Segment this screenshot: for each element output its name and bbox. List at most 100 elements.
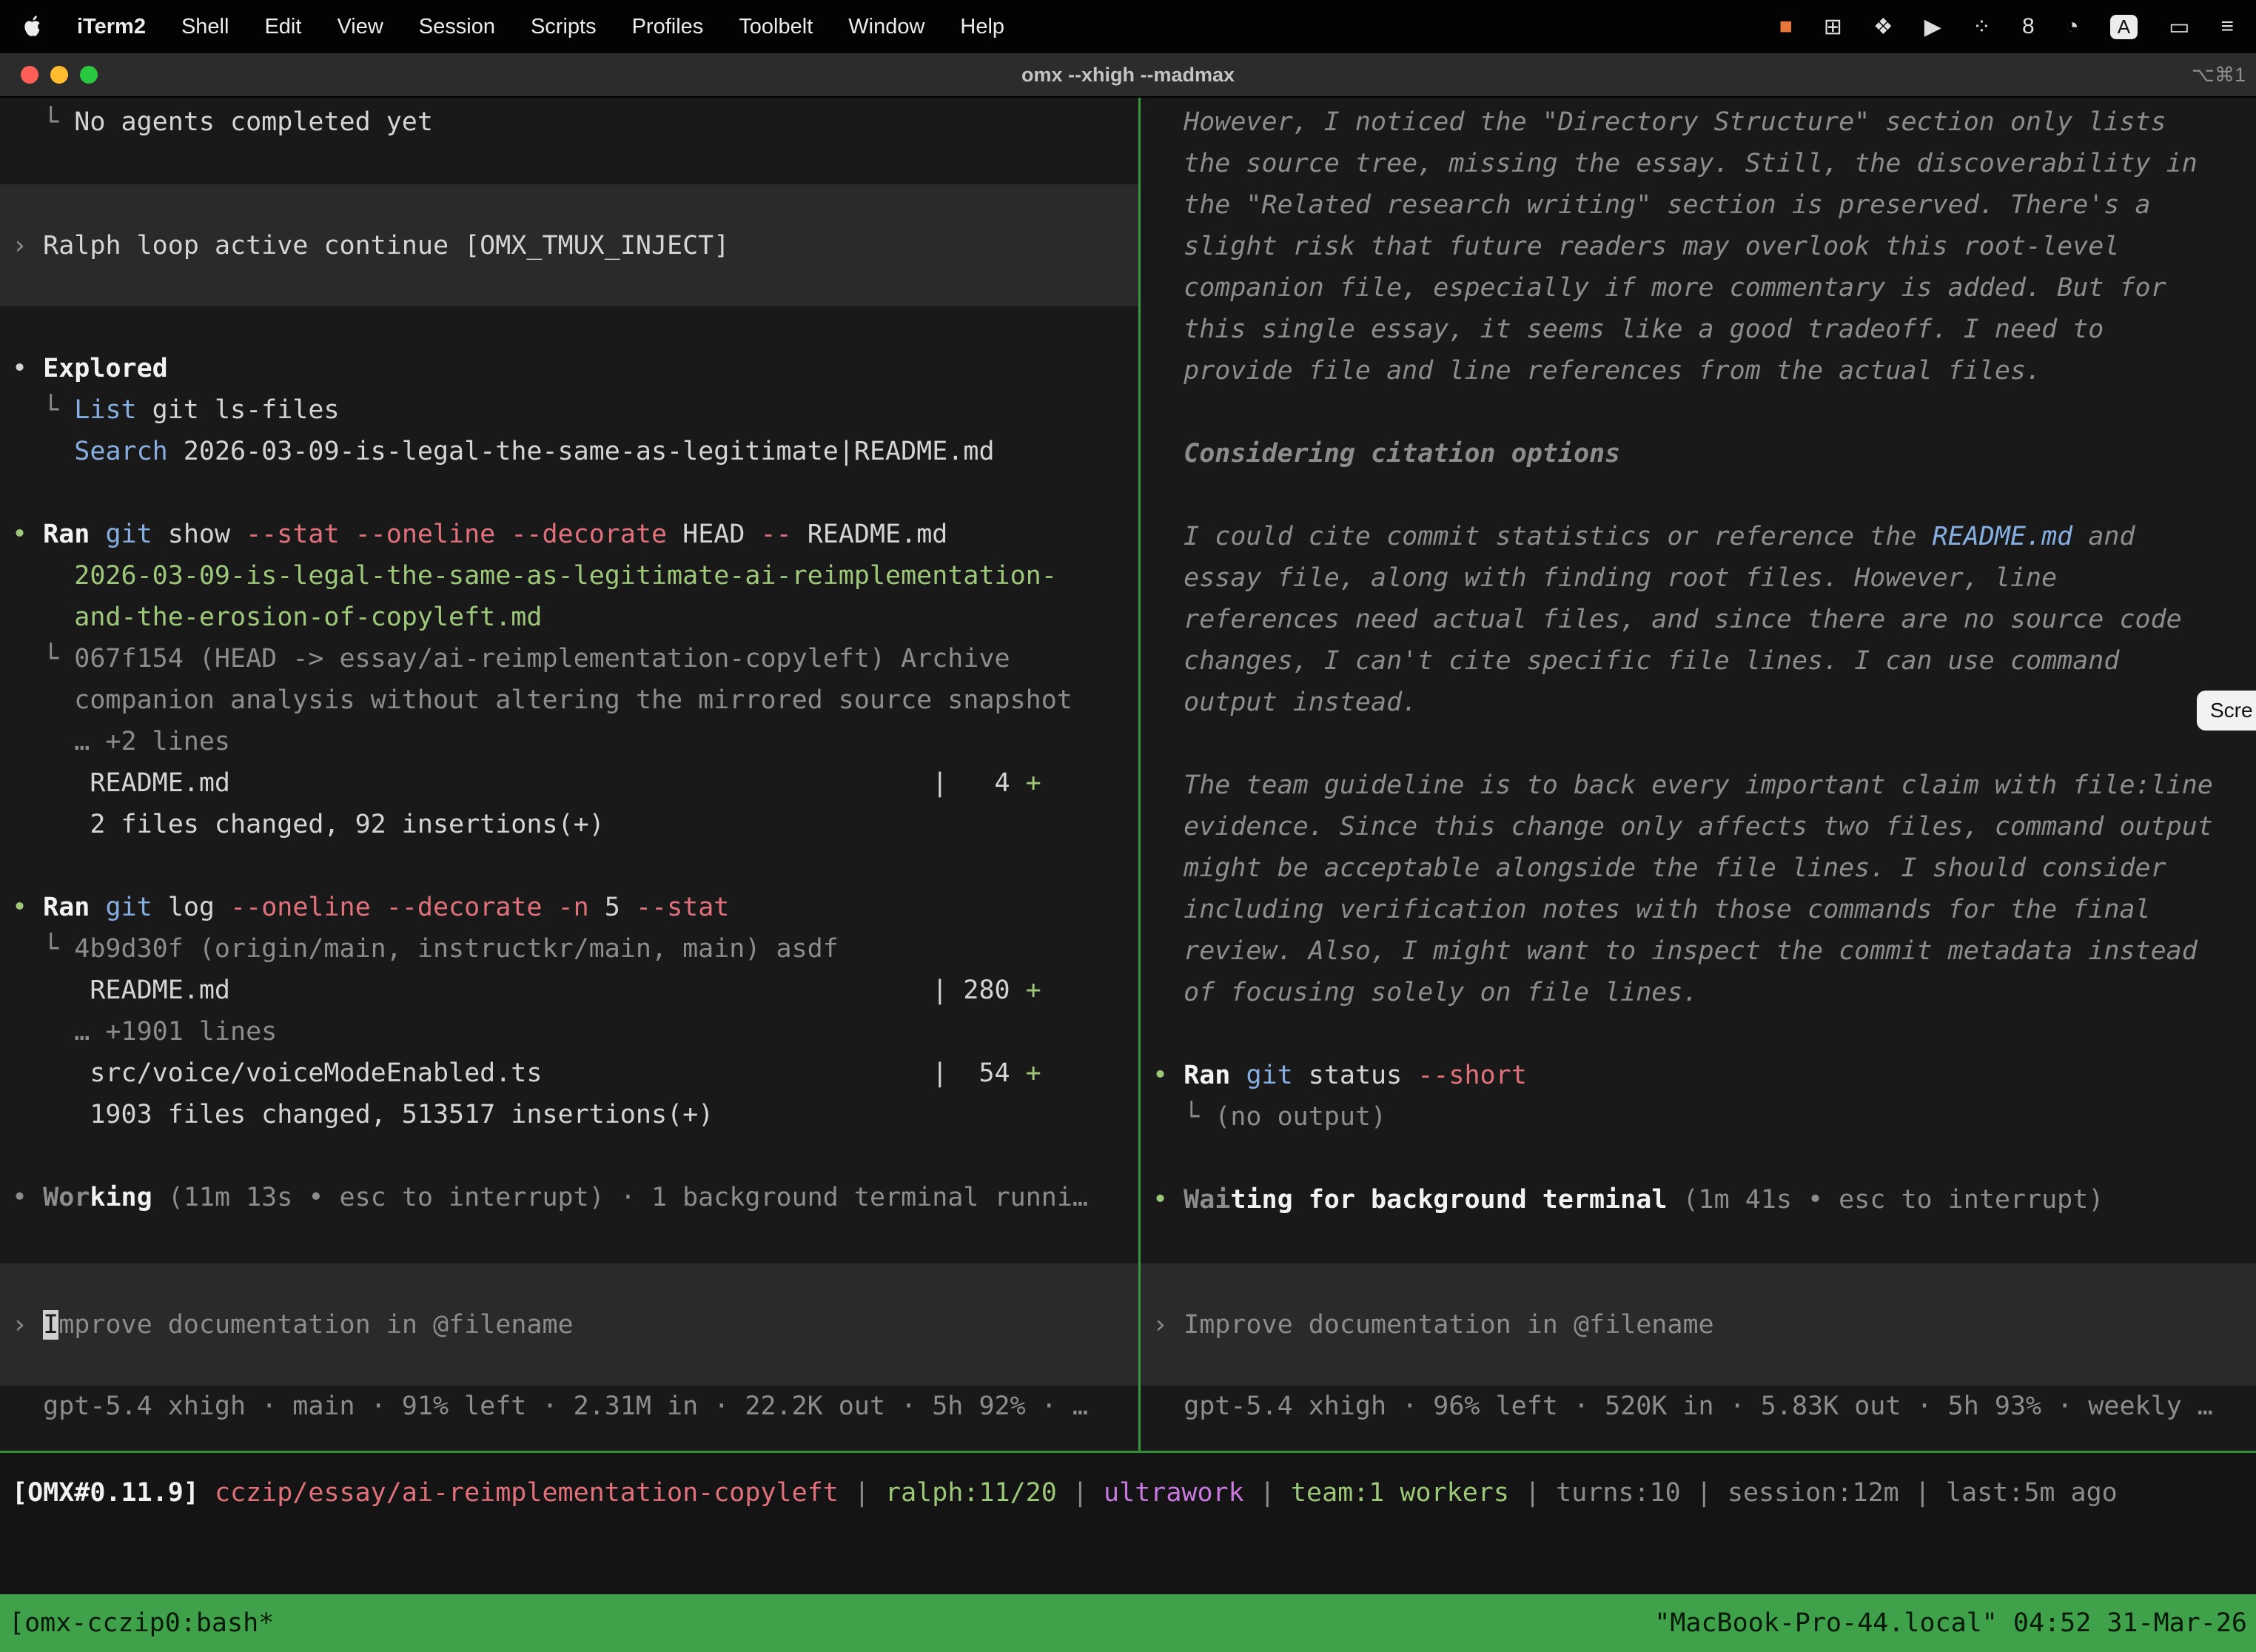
text-segment: --stat --oneline --decorate <box>246 520 682 549</box>
screen-recording-indicator-icon[interactable]: ■ <box>1779 14 1793 39</box>
menu-item-session[interactable]: Session <box>419 15 495 39</box>
text-segment: including verification notes with those … <box>1152 895 2151 924</box>
figure-eight-icon[interactable]: 8 <box>2022 14 2035 39</box>
text-segment: output instead. <box>1152 688 1417 717</box>
text-segment: gpt-5.4 xhigh · main · 91% left · 2.31M … <box>12 1391 1088 1421</box>
input-source-icon[interactable]: A <box>2110 15 2138 39</box>
screen-tooltip[interactable]: Scre <box>2197 691 2256 731</box>
text-segment <box>12 437 74 466</box>
menu-bar-menus: iTerm2 Shell Edit View Session Scripts Profil… <box>22 15 1004 39</box>
terminal-line: Search 2026-03-09-is-legal-the-same-as-l… <box>12 431 1138 472</box>
terminal-line: companion analysis without altering the … <box>12 679 1138 721</box>
terminal-line <box>1152 1013 2256 1055</box>
text-segment: review. Also, I might want to inspect th… <box>1152 936 2198 966</box>
text-segment: and <box>2072 522 2135 551</box>
text-segment: last:5m ago <box>1946 1478 2118 1508</box>
control-center-icon[interactable]: ≡ <box>2220 14 2234 39</box>
text-segment: turns:10 <box>1556 1478 1681 1508</box>
menu-bar: iTerm2 Shell Edit View Session Scripts Profil… <box>0 0 2256 53</box>
text-segment: • <box>12 520 43 549</box>
right-prompt-box[interactable]: › Improve documentation in @filename <box>1141 1263 2256 1386</box>
text-segment: • <box>12 1183 43 1212</box>
terminal-line: • Ran git show --stat --oneline --decora… <box>12 514 1138 555</box>
terminal-line: • Waiting for background terminal (1m 41… <box>1152 1179 2256 1220</box>
text-segment: evidence. Since this change only affects… <box>1152 812 2213 842</box>
terminal-line: [OMX#0.11.9] cczip/essay/ai-reimplementa… <box>12 1472 2256 1514</box>
text-segment: • <box>1152 1061 1184 1090</box>
text-segment: team:1 workers <box>1291 1478 1509 1508</box>
menu-item-window[interactable]: Window <box>848 15 924 39</box>
menu-item-toolbelt[interactable]: Toolbelt <box>739 15 813 39</box>
text-segment: 1903 files changed, 513517 insertions(+) <box>12 1100 714 1129</box>
menu-item-help[interactable]: Help <box>960 15 1004 39</box>
menu-item-edit[interactable]: Edit <box>264 15 301 39</box>
text-segment: └ (no output) <box>1152 1102 1386 1132</box>
text-segment: cczip/essay/ai-reimplementation-copyleft <box>215 1478 839 1508</box>
right-prompt-input[interactable]: › Improve documentation in @filename <box>1141 1304 2256 1346</box>
text-segment: --short <box>1417 1061 1527 1090</box>
play-circle-icon[interactable]: ▶ <box>1924 14 1941 40</box>
text-segment: essay file, along with finding root file… <box>1152 563 2057 593</box>
text-segment: -n <box>558 893 605 922</box>
terminal-line: README.md | 4 + <box>12 762 1138 804</box>
text-segment: | <box>1057 1478 1104 1508</box>
terminal-line: • Ran git status --short <box>1152 1055 2256 1096</box>
text-segment: Wai <box>1184 1185 1230 1215</box>
menu-item-profiles[interactable]: Profiles <box>632 15 704 39</box>
text-segment: HEAD <box>682 520 760 549</box>
minimize-window-button[interactable] <box>50 66 68 84</box>
terminal-line: output instead. <box>1152 682 2256 723</box>
text-segment: log <box>168 893 230 922</box>
terminal-line <box>12 472 1138 514</box>
text-segment: --stat <box>636 893 729 922</box>
apple-menu-icon[interactable] <box>22 15 41 38</box>
text-segment: provide file and line references from th… <box>1152 356 2041 386</box>
zoom-window-button[interactable] <box>80 66 98 84</box>
text-segment: [OMX_TMUX_INJECT] <box>464 231 729 261</box>
terminal-line: the "Related research writing" section i… <box>1152 184 2256 226</box>
text-segment: (1m 41s • esc to interrupt) <box>1667 1185 2104 1215</box>
text-segment: of focusing solely on file lines. <box>1152 978 1699 1007</box>
gauge-icon[interactable]: ◔ <box>2066 14 2079 39</box>
close-window-button[interactable] <box>21 66 38 84</box>
text-segment: However, I noticed the "Directory Struct… <box>1152 107 2166 137</box>
text-segment: mprove documentation in @filename <box>58 1310 573 1340</box>
terminal-line: slight risk that future readers may over… <box>1152 226 2256 267</box>
battery-icon[interactable]: ▭ <box>2169 14 2189 40</box>
menu-item-view[interactable]: View <box>337 15 383 39</box>
terminal-line: … +2 lines <box>12 721 1138 762</box>
left-prompt-box[interactable]: › Improve documentation in @filename <box>0 1263 1138 1386</box>
text-segment: The team guideline is to back every impo… <box>1152 770 2213 800</box>
right-terminal-pane[interactable]: However, I noticed the "Directory Struct… <box>1141 98 2256 1451</box>
left-terminal-pane[interactable]: └ No agents completed yet › Ralph loop a… <box>0 98 1138 1451</box>
menu-item-iterm2[interactable]: iTerm2 <box>77 15 146 39</box>
text-segment: › <box>12 1310 43 1340</box>
left-pane-body: • Explored └ List git ls-files Search 20… <box>0 306 1138 1218</box>
desktop: iTerm2 Shell Edit View Session Scripts Profil… <box>0 0 2256 1652</box>
left-pane-top-lines: └ No agents completed yet <box>0 101 1138 184</box>
terminal-line: 1903 files changed, 513517 insertions(+) <box>12 1094 1138 1135</box>
terminal-line: companion file, especially if more comme… <box>1152 267 2256 309</box>
text-segment: + <box>1026 1058 1041 1088</box>
terminal-line <box>1152 1138 2256 1179</box>
text-segment: Wor <box>43 1183 90 1212</box>
menu-item-shell[interactable]: Shell <box>181 15 229 39</box>
compass-icon[interactable]: ❖ <box>1873 14 1893 40</box>
keyboard-grid-icon[interactable]: ⊞ <box>1824 14 1842 40</box>
text-segment: king <box>90 1183 152 1212</box>
terminal-line: • Ran git log --oneline --decorate -n 5 … <box>12 887 1138 928</box>
text-segment: README.md <box>808 520 948 549</box>
text-segment: 2026-03-09-is-legal-the-same-as-legitima… <box>168 437 995 466</box>
window-title-bar[interactable]: omx --xhigh --madmax ⌥⌘1 <box>0 53 2256 98</box>
text-segment: Ran <box>43 893 105 922</box>
terminal-line <box>1152 392 2256 433</box>
menu-item-scripts[interactable]: Scripts <box>531 15 597 39</box>
menu-items: Shell Edit View Session Scripts Profiles Toolb… <box>181 15 1004 39</box>
left-prompt-input[interactable]: › Improve documentation in @filename <box>0 1304 1138 1346</box>
terminal-line: └ List git ls-files <box>12 389 1138 431</box>
text-segment: gpt-5.4 xhigh · 96% left · 520K in · 5.8… <box>1152 1391 2213 1421</box>
text-segment: Improve documentation in @filename <box>1184 1310 1713 1340</box>
terminal-line: However, I noticed the "Directory Struct… <box>1152 101 2256 143</box>
terminal-line: essay file, along with finding root file… <box>1152 557 2256 599</box>
dots-grid-icon[interactable]: ⁘ <box>1973 14 1991 40</box>
